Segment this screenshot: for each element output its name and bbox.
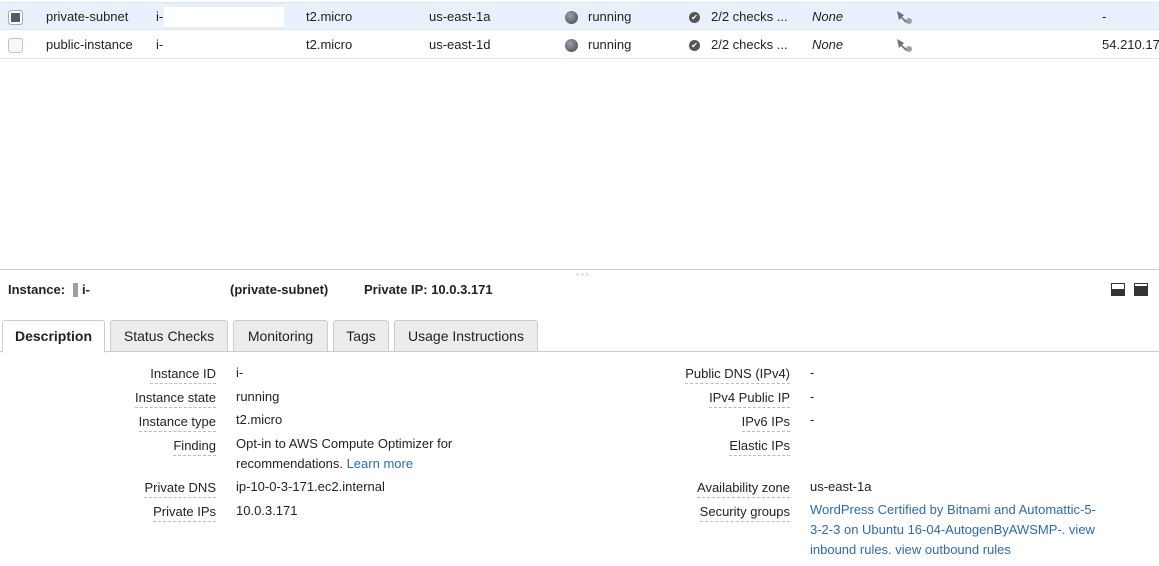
public-ip: - xyxy=(1102,9,1107,24)
status-checks[interactable]: 2/2 checks ... xyxy=(711,31,788,59)
label-private-dns: Private DNS xyxy=(144,480,216,498)
value-instance-type: t2.micro xyxy=(236,412,283,427)
instance-state: running xyxy=(588,9,632,24)
security-group-link-line3[interactable]: inbound rules. view outbound rules xyxy=(810,540,1011,560)
value-availability-zone: us-east-1a xyxy=(810,479,872,494)
redacted-id-box xyxy=(164,7,284,27)
finding-text: recommendations. xyxy=(236,456,343,471)
splitter-grip-icon[interactable]: ▫▫▫ xyxy=(576,271,591,279)
label-ipv6-ips: IPv6 IPs xyxy=(741,414,790,432)
instance-id: i- xyxy=(156,9,164,24)
value-ipv6-ips: - xyxy=(810,412,815,427)
split-pane-icon[interactable] xyxy=(1111,283,1125,296)
alarm-status: None xyxy=(812,37,844,52)
instance-id: i- xyxy=(156,37,164,52)
tab-status-checks[interactable]: Status Checks xyxy=(110,320,228,352)
header-instance-name: (private-subnet) xyxy=(230,282,329,297)
check-passed-icon: ✔ xyxy=(689,40,700,51)
label-ipv4-public-ip: IPv4 Public IP xyxy=(709,390,790,408)
row-checkbox[interactable] xyxy=(8,38,23,53)
availability-zone: us-east-1a xyxy=(429,9,491,24)
value-private-dns: ip-10-0-3-171.ec2.internal xyxy=(236,479,385,494)
instance-state: running xyxy=(588,37,632,52)
label-security-groups: Security groups xyxy=(699,504,790,522)
value-instance-state: running xyxy=(236,389,280,404)
instance-row-private-subnet[interactable]: private-subnet i- t2.micro us-east-1a ru… xyxy=(0,2,1159,30)
instance-name: private-subnet xyxy=(46,9,129,24)
maximize-pane-icon[interactable] xyxy=(1134,283,1148,296)
label-availability-zone: Availability zone xyxy=(697,480,790,498)
security-group-link-line1[interactable]: WordPress Certified by Bitnami and Autom… xyxy=(810,500,1096,520)
label-finding: Finding xyxy=(173,438,216,456)
label-public-dns: Public DNS (IPv4) xyxy=(685,366,790,384)
value-finding-line2: recommendations. Learn more xyxy=(236,454,413,474)
instance-type: t2.micro xyxy=(306,37,353,52)
label-private-ips: Private IPs xyxy=(153,504,216,522)
availability-zone: us-east-1d xyxy=(429,37,491,52)
value-ipv4-public-ip: - xyxy=(810,389,815,404)
label-instance-id: Instance ID xyxy=(150,366,216,384)
alarm-status: None xyxy=(812,9,844,24)
status-checks[interactable]: 2/2 checks ... xyxy=(711,3,788,31)
tab-description[interactable]: Description xyxy=(2,320,105,353)
value-finding-line1: Opt-in to AWS Compute Optimizer for xyxy=(236,436,453,451)
learn-more-link[interactable]: Learn more xyxy=(347,456,413,471)
tab-tags[interactable]: Tags xyxy=(333,320,389,352)
tab-usage-instructions[interactable]: Usage Instructions xyxy=(394,320,538,352)
check-passed-icon: ✔ xyxy=(689,12,700,23)
instance-row-public-instance[interactable]: public-instance i- t2.micro us-east-1d r… xyxy=(0,31,1159,59)
monitoring-icon[interactable] xyxy=(895,37,913,53)
instance-label: Instance: xyxy=(8,282,66,297)
header-instance-id: i- xyxy=(82,282,90,297)
text-cursor xyxy=(73,283,78,297)
row-checkbox[interactable] xyxy=(8,10,23,25)
public-ip: 54.210.17 xyxy=(1102,37,1159,52)
label-elastic-ips: Elastic IPs xyxy=(729,438,790,456)
state-running-icon xyxy=(565,11,578,24)
label-instance-state: Instance state xyxy=(135,390,216,408)
instance-name: public-instance xyxy=(46,37,133,52)
instance-type: t2.micro xyxy=(306,9,353,24)
value-private-ips: 10.0.3.171 xyxy=(236,503,298,518)
value-instance-id: i- xyxy=(236,365,244,380)
header-private-ip: Private IP: 10.0.3.171 xyxy=(364,282,493,297)
security-group-link-line2[interactable]: 3-2-3 on Ubuntu 16-04-AutogenByAWSMP-. v… xyxy=(810,520,1095,540)
label-instance-type: Instance type xyxy=(138,414,216,432)
value-public-dns: - xyxy=(810,365,815,380)
state-running-icon xyxy=(565,39,578,52)
tab-monitoring[interactable]: Monitoring xyxy=(233,320,328,352)
monitoring-icon[interactable] xyxy=(895,9,913,25)
